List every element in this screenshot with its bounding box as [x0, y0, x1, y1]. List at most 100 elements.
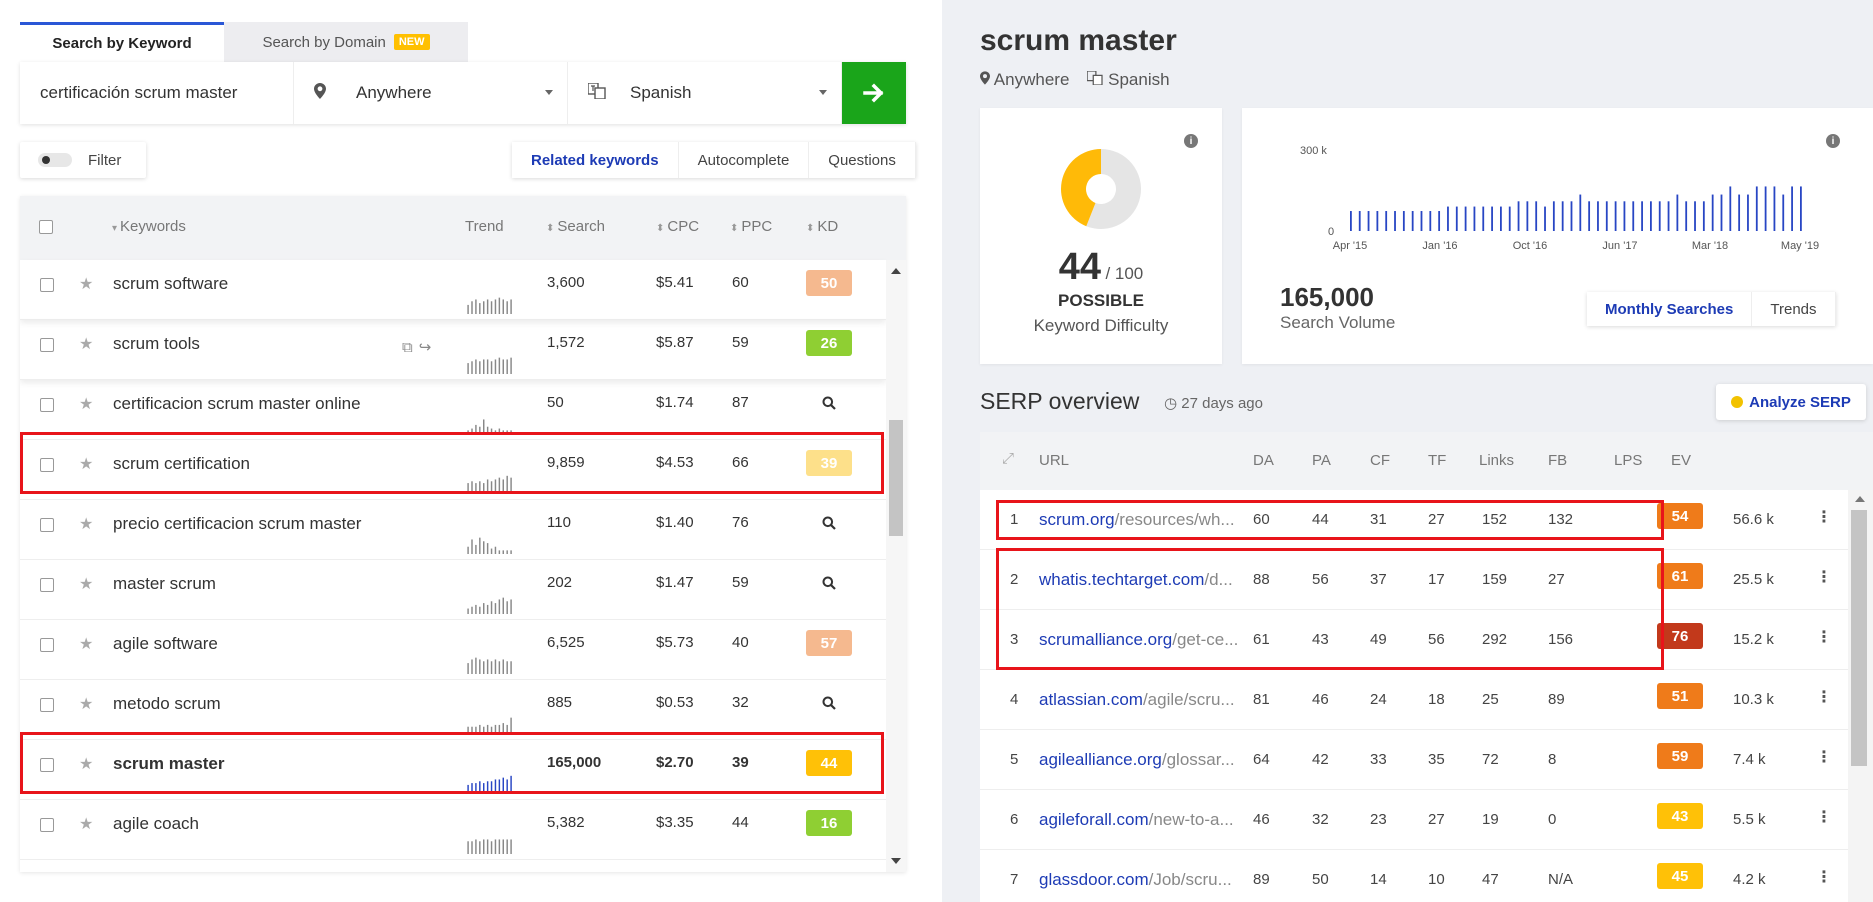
column-cpc[interactable]: ⬍ CPC	[656, 218, 699, 235]
keyword-row[interactable]: ★ scrum software 3,600 $5.41 60 50	[20, 260, 886, 320]
search-volume-card: i 300 k 0 Apr '15 Jan '16 Oct '16 Jun '17 Mar …	[1242, 108, 1873, 364]
more-vertical-icon[interactable]: ⋮	[1816, 747, 1832, 767]
search-icon[interactable]	[806, 510, 852, 536]
keyword-input[interactable]: certificación scrum master	[20, 62, 294, 124]
column-ppc[interactable]: ⬍ PPC	[730, 218, 772, 235]
scroll-up-icon[interactable]	[1855, 496, 1865, 502]
location-select[interactable]: Anywhere	[294, 62, 568, 124]
tab-monthly-searches[interactable]: Monthly Searches	[1587, 292, 1753, 326]
select-all-checkbox[interactable]	[39, 220, 53, 234]
metric-links: 25	[1482, 691, 1499, 708]
scroll-up-icon[interactable]	[891, 268, 901, 274]
trend-bar	[502, 479, 504, 494]
search-icon[interactable]	[806, 390, 852, 416]
row-checkbox[interactable]	[40, 818, 54, 832]
keywords-scrollbar[interactable]	[886, 260, 906, 872]
star-icon[interactable]: ★	[79, 514, 93, 534]
keyword-text[interactable]: agile software	[113, 634, 218, 654]
metric-da: 64	[1253, 751, 1270, 768]
keyword-text[interactable]: metodo scrum	[113, 694, 221, 714]
analyze-serp-button[interactable]: Analyze SERP	[1716, 384, 1866, 420]
row-checkbox[interactable]	[40, 638, 54, 652]
keyword-text[interactable]: precio certificacion scrum master	[113, 514, 361, 534]
more-vertical-icon[interactable]: ⋮	[1816, 807, 1832, 827]
serp-url-link[interactable]: agilealliance.org/glossar...	[1039, 750, 1245, 770]
row-checkbox[interactable]	[40, 578, 54, 592]
keyword-row[interactable]: ★ certificacion scrum master online 50 $1.7…	[20, 380, 886, 440]
trend-sparkline	[467, 717, 512, 734]
filter-toggle[interactable]: Filter	[20, 142, 146, 178]
more-vertical-icon[interactable]: ⋮	[1816, 867, 1832, 887]
row-checkbox[interactable]	[40, 398, 54, 412]
star-icon[interactable]: ★	[79, 574, 93, 594]
tab-autocomplete[interactable]: Autocomplete	[679, 142, 810, 178]
column-kd[interactable]: ⬍ KD	[806, 218, 838, 235]
column-keywords[interactable]: ▾ Keywords	[112, 218, 186, 235]
more-vertical-icon[interactable]: ⋮	[1816, 687, 1832, 707]
keyword-row[interactable]: ★ scrum tools ⧉↪ 1,572 $5.87 59 26	[20, 320, 886, 380]
row-checkbox[interactable]	[40, 278, 54, 292]
trend-bar	[502, 777, 504, 794]
star-icon[interactable]: ★	[79, 454, 93, 474]
more-vertical-icon[interactable]: ⋮	[1816, 507, 1832, 527]
keyword-row[interactable]: ★ scrum master 165,000 $2.70 39 44	[20, 740, 886, 800]
scroll-down-icon[interactable]	[891, 858, 901, 864]
language-select[interactable]: Spanish	[568, 62, 842, 124]
star-icon[interactable]: ★	[79, 634, 93, 654]
serp-url-link[interactable]: agileforall.com/new-to-a...	[1039, 810, 1245, 830]
rank-number: 6	[1010, 811, 1019, 828]
tab-trends[interactable]: Trends	[1752, 292, 1836, 326]
keyword-row[interactable]: ★ agile software 6,525 $5.73 40 57	[20, 620, 886, 680]
column-search[interactable]: ⬍ Search	[546, 218, 605, 235]
keyword-row[interactable]: ★ master scrum 202 $1.47 59	[20, 560, 886, 620]
row-checkbox[interactable]	[40, 458, 54, 472]
tab-search-by-keyword[interactable]: Search by Keyword	[20, 22, 224, 62]
row-checkbox[interactable]	[40, 698, 54, 712]
serp-scrollbar[interactable]	[1848, 490, 1873, 902]
serp-url-link[interactable]: glassdoor.com/Job/scru...	[1039, 870, 1245, 890]
keyword-text[interactable]: scrum tools	[113, 334, 200, 354]
toggle-switch[interactable]	[38, 153, 72, 167]
keyword-row[interactable]: ★ metodo scrum 885 $0.53 32	[20, 680, 886, 740]
more-vertical-icon[interactable]: ⋮	[1816, 567, 1832, 587]
keyword-text[interactable]: scrum master	[113, 754, 225, 774]
metric-tf: 56	[1428, 631, 1445, 648]
keyword-text[interactable]: master scrum	[113, 574, 216, 594]
row-checkbox[interactable]	[40, 338, 54, 352]
expand-icon[interactable]: ⤢	[1002, 450, 1014, 467]
star-icon[interactable]: ★	[79, 694, 93, 714]
keyword-text[interactable]: scrum software	[113, 274, 228, 294]
keyword-text[interactable]: certificacion scrum master online	[113, 394, 361, 414]
keyword-row[interactable]: ★ scrum certification 9,859 $4.53 66 39	[20, 440, 886, 500]
search-icon[interactable]	[806, 690, 852, 716]
star-icon[interactable]: ★	[79, 334, 93, 354]
keyword-row[interactable]: ★ agile coach 5,382 $3.35 44 16	[20, 800, 886, 860]
keyword-row[interactable]: ★ precio certificacion scrum master 110 $1.…	[20, 500, 886, 560]
search-volume: 50	[547, 394, 564, 411]
copy-icon[interactable]: ⧉	[402, 339, 419, 356]
scroll-thumb[interactable]	[889, 420, 903, 536]
star-icon[interactable]: ★	[79, 394, 93, 414]
serp-url-link[interactable]: scrumalliance.org/get-ce...	[1039, 630, 1245, 650]
search-submit-button[interactable]	[842, 62, 906, 124]
more-vertical-icon[interactable]: ⋮	[1816, 627, 1832, 647]
serp-url-link[interactable]: scrum.org/resources/wh...	[1039, 510, 1245, 530]
tab-related-keywords[interactable]: Related keywords	[512, 142, 679, 178]
serp-url-link[interactable]: atlassian.com/agile/scru...	[1039, 690, 1245, 710]
tab-search-by-domain[interactable]: Search by Domain NEW	[224, 22, 468, 62]
info-icon[interactable]: i	[1184, 134, 1198, 148]
keyword-text[interactable]: agile coach	[113, 814, 199, 834]
cpc-value: $3.35	[656, 814, 694, 831]
serp-url-link[interactable]: whatis.techtarget.com/d...	[1039, 570, 1245, 590]
scroll-thumb[interactable]	[1851, 510, 1867, 766]
row-checkbox[interactable]	[40, 518, 54, 532]
keyword-text[interactable]: scrum certification	[113, 454, 250, 474]
search-icon[interactable]	[806, 570, 852, 596]
x-tick-label: Jan '16	[1422, 240, 1457, 252]
share-icon[interactable]: ↪	[419, 339, 438, 356]
row-checkbox[interactable]	[40, 758, 54, 772]
star-icon[interactable]: ★	[79, 754, 93, 774]
star-icon[interactable]: ★	[79, 274, 93, 294]
tab-questions[interactable]: Questions	[809, 142, 916, 178]
star-icon[interactable]: ★	[79, 814, 93, 834]
